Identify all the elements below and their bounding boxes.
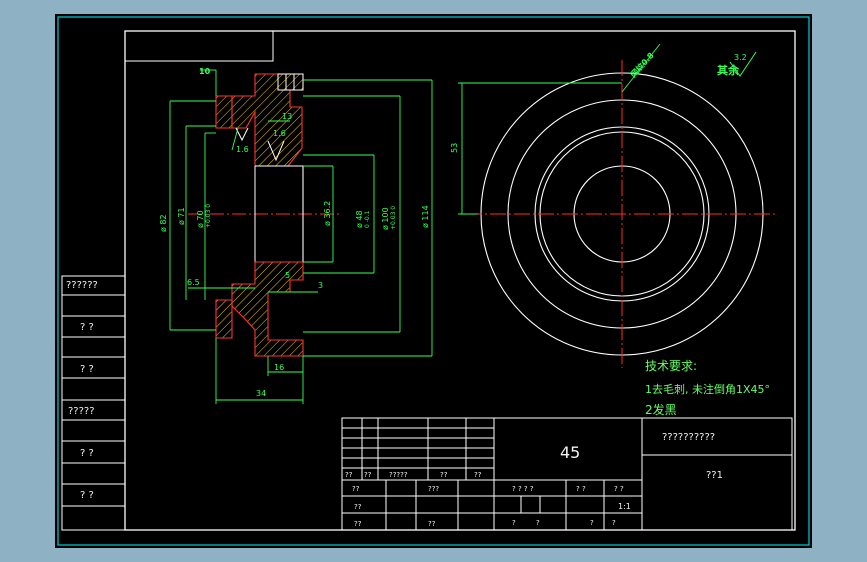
tb-cell: ?? <box>364 471 372 479</box>
scale-cell: 1:1 <box>618 502 631 511</box>
sheet-label: ? <box>512 519 516 527</box>
sheet-label: ? <box>536 519 540 527</box>
dim-6-5: 6.5 <box>187 278 200 287</box>
sheet-label: ? <box>590 519 594 527</box>
upper-hub-hatch <box>215 95 233 129</box>
rest-roughness-value: 3.2 <box>734 53 747 62</box>
tb-cell: ?? <box>354 520 362 528</box>
stamp-label: ? ? <box>80 322 94 333</box>
dim-dia-48-tolerance: 0 -0.1 <box>364 210 371 228</box>
stamp-label: ? ? <box>80 448 94 459</box>
tech-req-heading: 技术要求: <box>645 359 697 373</box>
tb-cell: ?? <box>345 471 353 479</box>
dim-16: 16 <box>274 363 284 372</box>
dim-1-6-b: 1.6 <box>236 145 249 154</box>
dim-dia-36-2: ø 36.2 <box>323 201 332 226</box>
dim-dia-100: ø 100 <box>381 207 390 230</box>
dim-1-6: 1.6 <box>273 129 286 138</box>
dim-53: 53 <box>450 143 459 153</box>
dim-dia-100-tolerance: +0.03 0 <box>390 206 397 230</box>
dim-dia-82: ø 82 <box>159 214 168 232</box>
stamp-label: ? ? <box>80 364 94 375</box>
dim-3: 3 <box>318 281 323 290</box>
drawing-number-cell: ??1 <box>706 470 723 481</box>
tb-cell: ?? <box>354 503 362 511</box>
tb-cell: ?? <box>428 520 436 528</box>
material-cell: 45 <box>560 443 580 462</box>
stamp-label: ? ? <box>80 490 94 501</box>
stage-label: ? ? ? ? <box>512 485 534 493</box>
stage-label: ? ? <box>576 485 586 493</box>
dim-dia-114: ø 114 <box>421 205 430 228</box>
tb-cell: ?? <box>440 471 448 479</box>
tb-cell: ?? <box>474 471 482 479</box>
lower-hub-hatch <box>215 299 233 339</box>
dim-13: 13 <box>282 112 292 121</box>
tech-req-item-2: 2发黑 <box>645 402 677 417</box>
stamp-label: ????? <box>68 406 95 417</box>
dim-dia-48: ø 48 <box>355 210 364 228</box>
tb-cell: ????? <box>389 471 408 479</box>
rest-roughness-label: 其余 <box>717 63 740 77</box>
tb-cell: ?? <box>352 485 360 493</box>
dim-5: 5 <box>285 271 290 280</box>
sheet-label: ? <box>612 519 616 527</box>
dim-dia-71: ø 71 <box>177 207 186 225</box>
part-name-cell: ?????????? <box>662 432 715 443</box>
stamp-label: ?????? <box>66 280 98 291</box>
tech-req-item-1: 1去毛刺, 未注倒角1X45° <box>645 382 770 396</box>
drawing-window: ?????? ? ? ? ? ????? ? ? ? ? 10 13 1.6 1… <box>55 14 812 548</box>
dim-dia-70-tolerance: +0.03 0 <box>205 204 212 228</box>
dim-34: 34 <box>256 389 266 398</box>
tb-cell: ??? <box>428 485 439 493</box>
dim-dia-70: ø 70 <box>196 210 205 228</box>
dim-10: 10 <box>199 67 211 76</box>
stage-label: ? ? <box>614 485 624 493</box>
